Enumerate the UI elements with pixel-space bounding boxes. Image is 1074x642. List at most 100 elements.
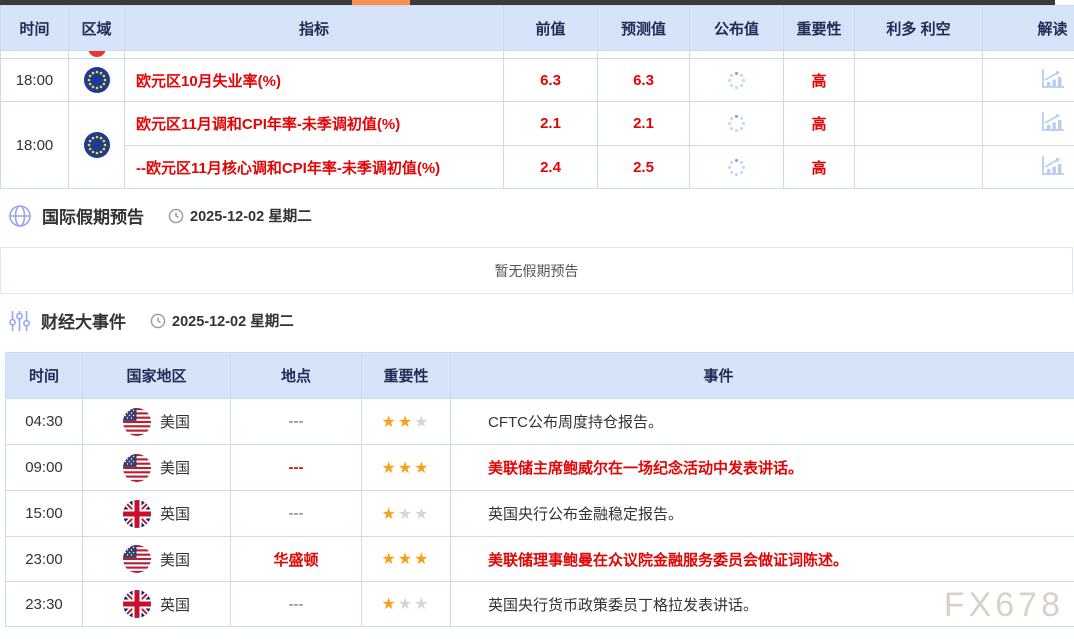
col-event: 事件 <box>451 353 1074 399</box>
cell-indicator[interactable]: 欧元区10月失业率(%) <box>125 59 504 102</box>
events-section-header: 财经大事件 2025-12-02 星期二 <box>8 308 294 333</box>
calendar-row[interactable]: --欧元区11月核心调和CPI年率-未季调初值(%) 2.4 2.5 高 <box>1 146 1074 189</box>
events-table: 时间 国家地区 地点 重要性 事件 04:30 美国 --- ★★★ CFTC公… <box>5 352 1074 627</box>
country-name: 美国 <box>160 549 190 570</box>
event-row[interactable]: 23:30 英国 --- ★★★ 英国央行货币政策委员丁格拉发表讲话。 <box>6 582 1074 627</box>
cell-published-loading <box>690 59 784 102</box>
col-importance: 重要性 <box>784 6 855 51</box>
clock-icon <box>168 208 184 224</box>
cell-bull-bear <box>855 146 983 189</box>
cell-country: 英国 <box>83 491 231 537</box>
cell-time: 09:00 <box>6 445 83 491</box>
flag-us-icon <box>123 454 151 482</box>
country-name: 美国 <box>160 411 190 432</box>
col-indicator: 指标 <box>125 6 504 51</box>
importance-stars: ★★★ <box>362 491 451 537</box>
cell-importance: 高 <box>784 146 855 189</box>
loading-spinner-icon <box>728 159 745 176</box>
cell-location: --- <box>231 582 362 627</box>
cell-forecast: 6.3 <box>598 59 690 102</box>
calendar-row[interactable]: 18:00 欧元区11月调和CPI年率-未季调初值(%) 2.1 2.1 高 <box>1 102 1074 146</box>
chart-analysis-icon[interactable] <box>1039 67 1066 90</box>
chart-analysis-icon[interactable] <box>1039 154 1066 177</box>
cell-previous: 2.4 <box>504 146 598 189</box>
cell-interpret <box>983 146 1074 189</box>
cell-location: --- <box>231 491 362 537</box>
events-section-title: 财经大事件 <box>41 308 126 333</box>
event-row[interactable]: 23:00 美国 华盛顿 ★★★ 美联储理事鲍曼在众议院金融服务委员会做证词陈述… <box>6 537 1074 582</box>
holiday-section-header: 国际假期预告 2025-12-02 星期二 <box>8 203 312 228</box>
holiday-date: 2025-12-02 星期二 <box>190 205 312 226</box>
cell-country: 美国 <box>83 399 231 445</box>
calendar-row[interactable]: 18:00 欧元区10月失业率(%) 6.3 6.3 高 <box>1 59 1074 102</box>
cell-indicator[interactable]: --欧元区11月核心调和CPI年率-未季调初值(%) <box>125 146 504 189</box>
cell-event[interactable]: CFTC公布周度持仓报告。 <box>451 399 1074 445</box>
importance-stars: ★★★ <box>362 445 451 491</box>
cell-published-loading <box>690 146 784 189</box>
col-importance: 重要性 <box>362 353 451 399</box>
loading-spinner-icon <box>728 72 745 89</box>
loading-spinner-icon <box>728 115 745 132</box>
cell-importance: 高 <box>784 59 855 102</box>
cell-location: 华盛顿 <box>231 537 362 582</box>
no-holiday-message: 暂无假期预告 <box>0 247 1073 294</box>
flag-eu-icon <box>69 102 125 189</box>
col-time: 时间 <box>1 6 69 51</box>
clipped-flag-icon <box>88 51 106 58</box>
chart-analysis-icon[interactable] <box>1039 110 1066 133</box>
col-region: 区域 <box>69 6 125 51</box>
cell-country: 英国 <box>83 582 231 627</box>
importance-stars: ★★★ <box>362 582 451 627</box>
cell-country: 美国 <box>83 537 231 582</box>
cell-bull-bear <box>855 102 983 146</box>
flag-us-icon <box>123 408 151 436</box>
event-row[interactable]: 15:00 英国 --- ★★★ 英国央行公布金融稳定报告。 <box>6 491 1074 537</box>
cell-event[interactable]: 英国央行公布金融稳定报告。 <box>451 491 1074 537</box>
country-name: 英国 <box>160 594 190 615</box>
country-name: 美国 <box>160 457 190 478</box>
fx678-watermark: FX678 <box>944 586 1064 625</box>
flag-uk-icon <box>123 500 151 528</box>
cell-previous: 2.1 <box>504 102 598 146</box>
importance-stars: ★★★ <box>362 399 451 445</box>
cell-time: 18:00 <box>1 102 69 189</box>
events-header-row: 时间 国家地区 地点 重要性 事件 <box>6 353 1074 399</box>
economic-calendar-table: 时间 区域 指标 前值 预测值 公布值 重要性 利多 利空 解读 18:00 欧… <box>0 5 1074 189</box>
cell-time: 23:00 <box>6 537 83 582</box>
cell-previous: 6.3 <box>504 59 598 102</box>
event-row[interactable]: 04:30 美国 --- ★★★ CFTC公布周度持仓报告。 <box>6 399 1074 445</box>
clock-icon <box>150 313 166 329</box>
cell-location: --- <box>231 399 362 445</box>
col-previous: 前值 <box>504 6 598 51</box>
flag-eu-icon <box>69 59 125 102</box>
cell-country: 美国 <box>83 445 231 491</box>
cell-event[interactable]: 美联储主席鲍威尔在一场纪念活动中发表讲话。 <box>451 445 1074 491</box>
col-time: 时间 <box>6 353 83 399</box>
cell-bull-bear <box>855 59 983 102</box>
col-interpret: 解读 <box>983 6 1074 51</box>
calendar-header-row: 时间 区域 指标 前值 预测值 公布值 重要性 利多 利空 解读 <box>1 6 1074 51</box>
cell-indicator[interactable]: 欧元区11月调和CPI年率-未季调初值(%) <box>125 102 504 146</box>
cell-interpret <box>983 102 1074 146</box>
col-country: 国家地区 <box>83 353 231 399</box>
flag-uk-icon <box>123 590 151 618</box>
event-row[interactable]: 09:00 美国 --- ★★★ 美联储主席鲍威尔在一场纪念活动中发表讲话。 <box>6 445 1074 491</box>
importance-stars: ★★★ <box>362 537 451 582</box>
cell-forecast: 2.5 <box>598 146 690 189</box>
cell-importance: 高 <box>784 102 855 146</box>
cell-event[interactable]: 美联储理事鲍曼在众议院金融服务委员会做证词陈述。 <box>451 537 1074 582</box>
col-published: 公布值 <box>690 6 784 51</box>
sliders-icon <box>8 309 31 333</box>
cell-time: 18:00 <box>1 59 69 102</box>
cell-time: 15:00 <box>6 491 83 537</box>
col-forecast: 预测值 <box>598 6 690 51</box>
cell-location: --- <box>231 445 362 491</box>
col-location: 地点 <box>231 353 362 399</box>
flag-us-icon <box>123 545 151 573</box>
holiday-section-title: 国际假期预告 <box>42 203 144 228</box>
cell-interpret <box>983 59 1074 102</box>
events-date: 2025-12-02 星期二 <box>172 310 294 331</box>
partial-clipped-row <box>1 51 1074 59</box>
cell-forecast: 2.1 <box>598 102 690 146</box>
globe-icon <box>8 204 32 228</box>
